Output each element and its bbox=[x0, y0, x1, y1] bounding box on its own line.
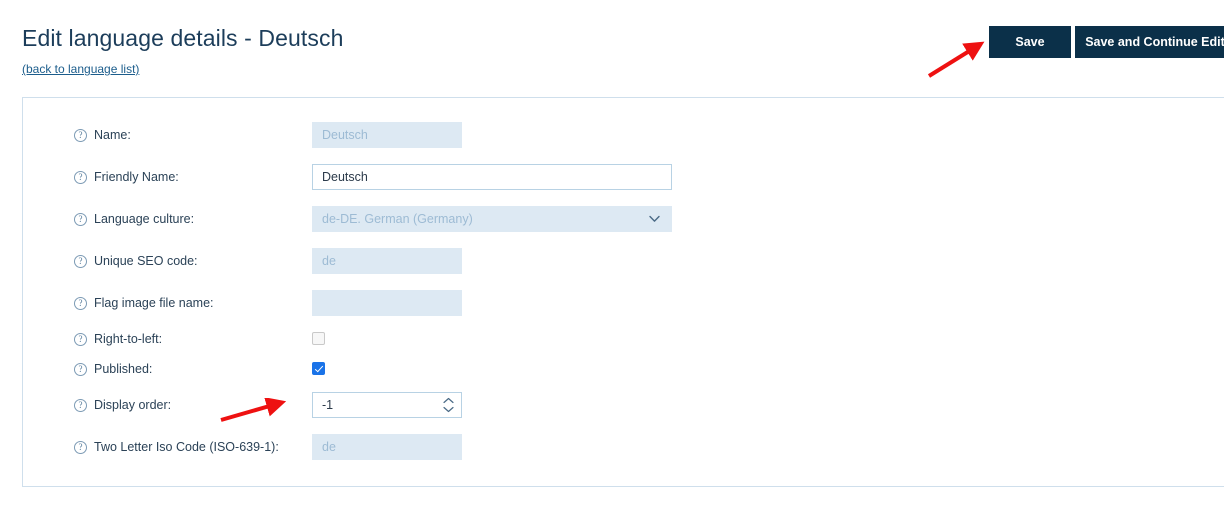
help-circle-icon[interactable]: ? bbox=[74, 128, 87, 142]
form-panel: ? Name: Deutsch? Friendly Name: Deutsch? Lang… bbox=[22, 97, 1224, 487]
label-cell-unique-seo-code: ? Unique SEO code: bbox=[74, 248, 198, 274]
label-cell-two-letter-iso-code: ? Two Letter Iso Code (ISO-639-1): bbox=[74, 434, 279, 460]
control-cell-right-to-left bbox=[312, 332, 325, 345]
label-cell-display-order: ? Display order: bbox=[74, 392, 171, 418]
language-culture-selected-value: de-DE. German (Germany) bbox=[322, 212, 473, 226]
control-cell-published bbox=[312, 362, 325, 375]
chevron-down-icon bbox=[649, 215, 660, 223]
name-input[interactable]: Deutsch bbox=[312, 122, 462, 148]
display-order-value: -1 bbox=[322, 398, 334, 412]
label-two-letter-iso-code: Two Letter Iso Code (ISO-639-1): bbox=[94, 440, 279, 454]
name-value: Deutsch bbox=[322, 128, 368, 142]
help-circle-icon[interactable]: ? bbox=[74, 296, 87, 310]
label-right-to-left: Right-to-left: bbox=[94, 332, 163, 346]
label-cell-friendly-name: ? Friendly Name: bbox=[74, 164, 179, 190]
help-circle-icon[interactable]: ? bbox=[74, 254, 87, 268]
two-letter-iso-code-input[interactable]: de bbox=[312, 434, 462, 460]
control-cell-friendly-name: Deutsch bbox=[312, 164, 672, 190]
published-checkbox[interactable] bbox=[312, 362, 325, 375]
label-language-culture: Language culture: bbox=[94, 212, 195, 226]
save-button[interactable]: Save bbox=[989, 26, 1071, 58]
label-flag-image-file-name: Flag image file name: bbox=[94, 296, 214, 310]
friendly-name-input[interactable]: Deutsch bbox=[312, 164, 672, 190]
friendly-name-value: Deutsch bbox=[322, 170, 368, 184]
help-circle-icon[interactable]: ? bbox=[74, 440, 87, 454]
label-friendly-name: Friendly Name: bbox=[94, 170, 179, 184]
control-cell-display-order: -1 bbox=[312, 392, 462, 418]
unique-seo-code-input[interactable]: de bbox=[312, 248, 462, 274]
unique-seo-code-value: de bbox=[322, 254, 336, 268]
flag-image-file-name-input[interactable] bbox=[312, 290, 462, 316]
back-to-language-list-link[interactable]: (back to language list) bbox=[22, 62, 139, 76]
spinner-down-icon[interactable] bbox=[443, 406, 454, 413]
page-header: Edit language details - Deutsch (back to… bbox=[0, 0, 1224, 88]
control-cell-name: Deutsch bbox=[312, 122, 462, 148]
control-cell-language-culture: de-DE. German (Germany) bbox=[312, 206, 672, 232]
label-unique-seo-code: Unique SEO code: bbox=[94, 254, 198, 268]
spinner-up-icon[interactable] bbox=[443, 397, 454, 404]
help-circle-icon[interactable]: ? bbox=[74, 398, 87, 412]
control-cell-flag-image-file-name bbox=[312, 290, 462, 316]
help-circle-icon[interactable]: ? bbox=[74, 362, 87, 376]
label-cell-name: ? Name: bbox=[74, 122, 131, 148]
two-letter-iso-code-value: de bbox=[322, 440, 336, 454]
control-cell-unique-seo-code: de bbox=[312, 248, 462, 274]
help-circle-icon[interactable]: ? bbox=[74, 212, 87, 226]
save-and-continue-edit-button[interactable]: Save and Continue Edit bbox=[1075, 26, 1224, 58]
label-cell-language-culture: ? Language culture: bbox=[74, 206, 194, 232]
control-cell-two-letter-iso-code: de bbox=[312, 434, 462, 460]
label-cell-published: ? Published: bbox=[74, 356, 152, 382]
help-circle-icon[interactable]: ? bbox=[74, 332, 87, 346]
page-title: Edit language details - Deutsch bbox=[22, 25, 344, 51]
help-circle-icon[interactable]: ? bbox=[74, 170, 87, 184]
label-name: Name: bbox=[94, 128, 131, 142]
number-spinner bbox=[443, 397, 454, 413]
label-cell-right-to-left: ? Right-to-left: bbox=[74, 326, 162, 352]
display-order-input[interactable]: -1 bbox=[312, 392, 462, 418]
right-to-left-checkbox[interactable] bbox=[312, 332, 325, 345]
label-cell-flag-image-file-name: ? Flag image file name: bbox=[74, 290, 214, 316]
label-published: Published: bbox=[94, 362, 153, 376]
label-display-order: Display order: bbox=[94, 398, 172, 412]
language-culture-select[interactable]: de-DE. German (Germany) bbox=[312, 206, 672, 232]
